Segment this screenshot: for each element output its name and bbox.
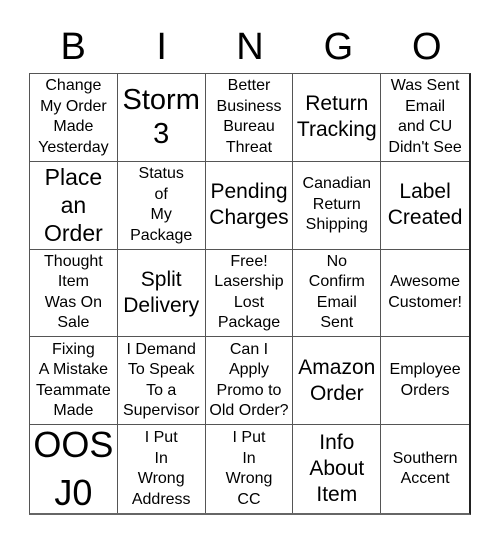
bingo-cell[interactable]: Was Sent Email and CU Didn't See	[381, 74, 469, 162]
bingo-card-grid: Change My Order Made Yesterday Storm 3 Bet…	[29, 73, 471, 515]
bingo-cell-label: Canadian Return Shipping	[302, 175, 372, 234]
bingo-cell-label: Better Business Bureau Threat	[216, 77, 282, 156]
bingo-cell[interactable]: Info About Item	[293, 425, 382, 513]
bingo-cell-label: I Put In Wrong Address	[131, 429, 191, 508]
bingo-cell[interactable]: Better Business Bureau Threat	[205, 74, 294, 162]
bingo-cell[interactable]: Return Tracking	[293, 74, 382, 162]
bingo-cell-label: Amazon Order	[298, 355, 376, 405]
bingo-cell[interactable]: Fixing A Mistake Teammate Made	[30, 337, 118, 426]
bingo-cell[interactable]: Amazon Order	[293, 337, 382, 426]
bingo-cell[interactable]: Label Created	[381, 162, 469, 250]
header-letter-b: B	[60, 26, 86, 68]
bingo-cell-label: Thought Item Was On Sale	[44, 252, 103, 332]
bingo-cell[interactable]: I Demand To Speak To a Supervisor	[117, 337, 206, 426]
bingo-cell[interactable]: Southern Accent	[381, 425, 469, 513]
bingo-cell-label: Fixing A Mistake Teammate Made	[36, 340, 111, 420]
bingo-cell-label: Southern Accent	[392, 449, 458, 488]
bingo-cell[interactable]: Thought Item Was On Sale	[30, 249, 118, 338]
bingo-cell[interactable]: No Confirm Email Sent	[293, 249, 382, 338]
bingo-cell-label: No Confirm Email Sent	[308, 252, 365, 332]
bingo-cell-label: Split Delivery	[123, 267, 200, 317]
bingo-cell-label: Was Sent Email and CU Didn't See	[388, 77, 462, 156]
header-letter-i: I	[156, 26, 167, 68]
bingo-cell-label: I Demand To Speak To a Supervisor	[122, 340, 200, 420]
bingo-cell-label: Awesome Customer!	[388, 273, 462, 311]
bingo-cell[interactable]: Employee Orders	[381, 337, 469, 426]
bingo-cell[interactable]: Free! Lasership Lost Package	[205, 249, 294, 338]
header-letter-n: N	[236, 26, 264, 68]
bingo-header: B I N G O	[29, 22, 471, 72]
bingo-cell-label: OOS J0	[33, 425, 114, 513]
bingo-cell-label: Free! Lasership Lost Package	[214, 252, 284, 332]
bingo-cell[interactable]: Canadian Return Shipping	[293, 161, 382, 250]
bingo-cell[interactable]: Split Delivery	[117, 249, 206, 338]
bingo-cell[interactable]: Can I Apply Promo to Old Order?	[205, 337, 294, 426]
bingo-cell[interactable]: I Put In Wrong CC	[206, 425, 294, 513]
bingo-cell-label: Pending Charges	[209, 180, 289, 230]
bingo-cell-label: Place an Order	[44, 164, 103, 247]
bingo-cell[interactable]: Storm 3	[117, 74, 206, 162]
header-letter-g: G	[323, 26, 354, 68]
bingo-cell[interactable]: Place an Order	[30, 161, 118, 250]
bingo-cell-label: Info About Item	[309, 431, 365, 507]
bingo-cell-label: Employee Orders	[389, 361, 461, 399]
bingo-cell[interactable]: I Put In Wrong Address	[118, 425, 206, 513]
bingo-cell-label: Status of My Package	[130, 165, 193, 244]
bingo-cell-label: I Put In Wrong CC	[225, 429, 273, 508]
header-letter-o: O	[412, 26, 442, 68]
bingo-cell[interactable]: Change My Order Made Yesterday	[30, 74, 118, 162]
bingo-cell[interactable]: Status of My Package	[117, 161, 206, 250]
bingo-cell-label: Storm 3	[122, 84, 200, 151]
bingo-cell-label: Can I Apply Promo to Old Order?	[209, 340, 289, 420]
bingo-cell-label: Label Created	[387, 180, 463, 230]
bingo-cell[interactable]: Pending Charges	[205, 161, 294, 250]
bingo-cell-label: Change My Order Made Yesterday	[38, 77, 109, 156]
bingo-cell[interactable]: OOS J0	[30, 425, 118, 513]
bingo-cell[interactable]: Awesome Customer!	[381, 250, 469, 338]
bingo-cell-label: Return Tracking	[296, 92, 377, 142]
